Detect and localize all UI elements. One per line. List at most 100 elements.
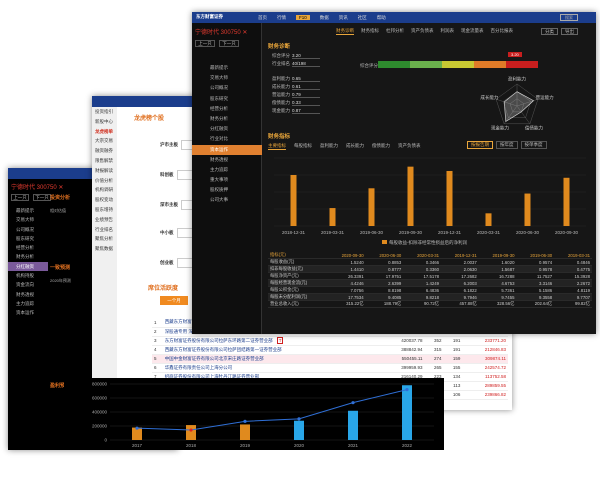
middle-sidebar-item[interactable]: 股东增持 (92, 205, 117, 215)
front-sidebar-item[interactable]: 公司概况 (192, 83, 262, 93)
middle-sidebar-item[interactable]: 限售解禁 (92, 156, 117, 166)
diagnosis-value: 0.65 (292, 76, 320, 82)
table-row[interactable]: 4 西藏东方财富证券股份有限公司拉萨团结路第一证券营业部 388842.94 315 1… (152, 345, 508, 355)
middle-sidebar-item[interactable]: 股权变动 (92, 195, 117, 205)
row-label: 营业总收入(元) (268, 300, 328, 308)
front-sidebar-item[interactable]: 重大事项 (192, 175, 262, 185)
subtab[interactable]: 现金流量表 (461, 28, 484, 34)
seat-name[interactable]: 中国中金财富证券有限公司北京宋庄路证券营业部 (162, 354, 379, 364)
front-sidebar-item[interactable]: 股东研究 (192, 94, 262, 104)
subtab[interactable]: 利润表 (441, 28, 455, 34)
search-button[interactable]: 搜索 (560, 14, 578, 21)
period-button[interactable]: 按单季度 (520, 141, 547, 149)
back-sidebar-item[interactable]: 分红融资 (8, 261, 48, 272)
table-cell: 0.8777 (365, 265, 404, 273)
one-month-button[interactable]: 一个月 (160, 296, 188, 305)
back-sidebar-item[interactable]: 机构持股 (8, 271, 48, 280)
diagnosis-header: 财务诊断 (268, 44, 291, 50)
middle-sidebar-item[interactable]: 行业排名 (92, 225, 117, 235)
front-sidebar-item[interactable]: 资本运作 (192, 144, 262, 155)
front-sidebar-item[interactable]: 股权质押 (192, 185, 262, 195)
back-sidebar-item[interactable]: 最新提示 (8, 206, 48, 215)
front-sidebar-item[interactable]: 主力追踪 (192, 165, 262, 175)
front-sidebar-item[interactable]: 公司大事 (192, 195, 262, 205)
finance-table: 指标(元) 2020-09-30 2020-06-30 2020-03-31 2019-… (268, 252, 592, 308)
middle-sidebar-item[interactable]: 聚焦数据 (92, 244, 117, 254)
table-cell: 26.3391 (327, 272, 366, 280)
menu-item[interactable]: 资讯 (339, 15, 348, 21)
table-cell: 0.8853 (365, 258, 404, 266)
indicator-tab[interactable]: 每股指标 (294, 143, 312, 149)
table-row[interactable]: 每股经营现金流(元) 4.4246 2.6399 1.4249 6.2003 4.6753… (268, 279, 592, 287)
middle-sidebar-item[interactable]: 融资融券 (92, 146, 117, 156)
back-sidebar-item[interactable]: 财务分析 (8, 252, 48, 261)
front-sidebar-item[interactable]: 行业对比 (192, 134, 262, 144)
table-row[interactable]: 扣非每股收益(元) 1.4410 0.8777 0.3360 2.0630 1.5687 0… (268, 265, 592, 273)
menu-item[interactable]: 行情 (277, 15, 286, 21)
front-sidebar-item[interactable]: 最新提示 (192, 63, 262, 73)
subtab[interactable]: 财务诊断 (336, 28, 354, 35)
table-row[interactable]: 营业总收入(元) 315.22亿 188.79亿 90.72亿 457.88亿 328.5… (268, 300, 592, 308)
indicator-tab[interactable]: 主要指标 (268, 143, 286, 150)
row-no: 4 (152, 345, 163, 355)
menu-item[interactable]: 帮助 (377, 15, 386, 21)
front-sidebar-item[interactable]: 分红融资 (192, 124, 262, 134)
middle-sidebar-item[interactable]: 投资指引 (92, 107, 117, 117)
indicator-tab[interactable]: 成长能力 (346, 143, 364, 149)
table-row[interactable]: 6 华鑫证券有限责任公司上海分公司 399959.93 265 155 242574.72 (152, 363, 508, 373)
table-row[interactable]: 每股公积金(元) 7.0756 8.8198 6.4836 6.1822 5.7361 5.… (268, 286, 592, 294)
front-sidebar-item[interactable]: 财务透视 (192, 155, 262, 165)
table-row[interactable]: 3 东方财富证券股份有限公司拉萨东环路第二证券营业部 T 420037.78 352 19… (152, 336, 508, 346)
subtab[interactable]: 百分比报表 (491, 28, 514, 34)
back-prev-button[interactable]: 上一只 (11, 194, 29, 201)
tool-button[interactable]: 导出 (561, 28, 578, 35)
front-prev-button[interactable]: 上一只 (195, 40, 215, 47)
table-row[interactable]: 每股收益(元) 1.5240 0.8853 0.3466 2.0037 1.6020 0.9… (268, 258, 592, 266)
top-menu: 首页 行情 F10 数据 资讯 社区 帮助 (258, 15, 396, 21)
back-sidebar-item[interactable]: 财务透视 (8, 290, 48, 299)
table-row[interactable]: 每股未分配利润(元) 17.7534 9.4085 9.8218 9.7946 9.745… (268, 293, 592, 301)
period-button[interactable]: 按报告期 (467, 141, 493, 149)
seat-name[interactable]: 西藏东方财富证券股份有限公司拉萨团结路第一证券营业部 (162, 345, 379, 355)
table-cell: 1.4249 (403, 279, 442, 287)
middle-sidebar-item[interactable]: 大宗交易 (92, 136, 117, 146)
tool-button[interactable]: 分类 (541, 28, 558, 35)
middle-sidebar-item[interactable]: 新股中心 (92, 117, 117, 127)
back-sidebar-item[interactable]: 主力追踪 (8, 299, 48, 308)
table-row[interactable]: 5 中国中金财富证券有限公司北京宋庄路证券营业部 550455.11 274 159 30… (152, 354, 508, 364)
menu-item[interactable]: 数据 (320, 15, 329, 21)
front-sidebar-item[interactable]: 经营分析 (192, 104, 262, 114)
menu-item[interactable]: 社区 (358, 15, 367, 21)
subtab[interactable]: 财务指标 (361, 28, 379, 34)
middle-sidebar-item[interactable]: 聚焦分析 (92, 234, 117, 244)
back-sidebar-item[interactable]: 交易大师 (8, 215, 48, 224)
seat-name[interactable]: 东方财富证券股份有限公司拉萨东环路第二证券营业部 T (162, 336, 379, 346)
back-sidebar-item[interactable]: 股东研究 (8, 234, 48, 243)
subtab[interactable]: 资产负债表 (411, 28, 434, 34)
indicator-tab[interactable]: 偿债能力 (372, 143, 390, 149)
diagnosis-label: 行业排名 (272, 61, 290, 66)
subtab[interactable]: 杜邦分析 (386, 28, 404, 34)
table-row[interactable]: 每股净资产(元) 26.3391 17.9751 17.5178 17.2682 16.7… (268, 272, 592, 280)
middle-sidebar-item[interactable]: 龙虎榜单 (92, 127, 117, 137)
front-sidebar-item[interactable]: 交易大师 (192, 73, 262, 83)
period-button[interactable]: 按年度 (496, 141, 518, 149)
middle-sidebar-item[interactable]: 财报解读 (92, 166, 117, 176)
middle-sidebar-item[interactable]: 机构调研 (92, 185, 117, 195)
x-tick-label: 2019-06-30 (360, 230, 384, 235)
back-sidebar-item[interactable]: 资本运作 (8, 308, 48, 317)
back-sidebar-item[interactable]: 资金流向 (8, 280, 48, 289)
middle-sidebar-item[interactable]: 业绩预告 (92, 215, 117, 225)
seat-name[interactable]: 华鑫证券有限责任公司上海分公司 (162, 363, 379, 373)
back-sidebar-item[interactable]: 公司概况 (8, 225, 48, 234)
front-next-button[interactable]: 下一只 (219, 40, 239, 47)
indicator-tab[interactable]: 盈利能力 (320, 143, 338, 149)
menu-item[interactable]: F10 (296, 15, 310, 20)
menu-item[interactable]: 首页 (258, 15, 267, 21)
front-sidebar-item[interactable]: 财务分析 (192, 114, 262, 124)
middle-sidebar-item[interactable]: 价值分析 (92, 176, 117, 186)
front-stock-title[interactable]: 宁德时代 300750 ✕ (192, 23, 261, 40)
back-next-button[interactable]: 下一只 (33, 194, 51, 201)
indicator-tab[interactable]: 资产负债表 (398, 143, 421, 149)
back-sidebar-item[interactable]: 经营分析 (8, 243, 48, 252)
